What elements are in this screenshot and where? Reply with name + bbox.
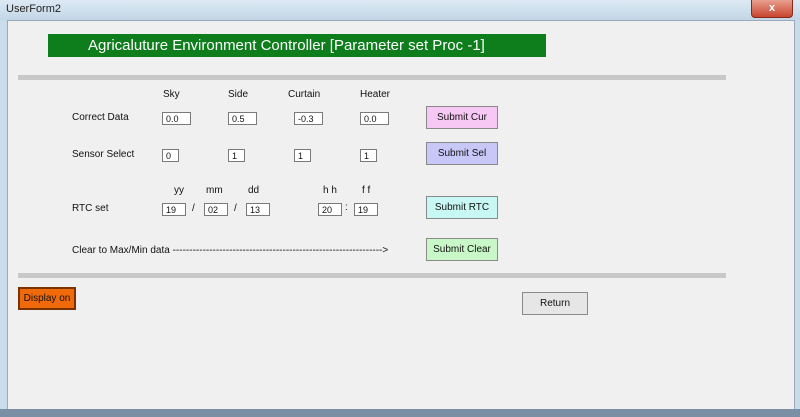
submit-sel-button[interactable]: Submit Sel <box>426 142 498 165</box>
close-icon: x <box>768 2 776 14</box>
title-bar: UserForm2 x <box>0 0 800 20</box>
col-header-curtain: Curtain <box>288 89 321 100</box>
col-header-side: Side <box>228 89 249 100</box>
top-divider <box>18 75 726 80</box>
banner-title: Agricaluture Environment Controller [Par… <box>88 37 485 54</box>
rtc-header-yy: yy <box>174 185 184 196</box>
date-separator: / <box>234 203 237 214</box>
correct-curtain-field[interactable]: -0.3 <box>294 112 323 125</box>
return-button[interactable]: Return <box>522 292 588 315</box>
sensor-side-field[interactable]: 1 <box>228 149 245 162</box>
col-header-heater: Heater <box>360 89 391 100</box>
sensor-heater-field[interactable]: 1 <box>360 149 377 162</box>
rtc-header-mm: mm <box>206 185 223 196</box>
submit-clear-button[interactable]: Submit Clear <box>426 238 498 261</box>
window-title: UserForm2 <box>6 3 62 15</box>
rtc-dd-field[interactable]: 13 <box>246 203 270 216</box>
correct-side-field[interactable]: 0.5 <box>228 112 257 125</box>
rtc-ff-field[interactable]: 19 <box>354 203 378 216</box>
rtc-header-ff: f f <box>362 185 371 196</box>
rtc-header-hh: h h <box>323 185 337 196</box>
rtc-header-dd: dd <box>248 185 260 196</box>
col-header-sky: Sky <box>163 89 180 100</box>
rtc-mm-field[interactable]: 02 <box>204 203 228 216</box>
correct-sky-field[interactable]: 0.0 <box>162 112 191 125</box>
sensor-curtain-field[interactable]: 1 <box>294 149 311 162</box>
header-banner: Agricaluture Environment Controller [Par… <box>48 34 546 57</box>
submit-rtc-button[interactable]: Submit RTC <box>426 196 498 219</box>
rtc-set-label: RTC set <box>72 203 109 214</box>
date-separator: / <box>192 203 195 214</box>
userform-window: UserForm2 x Agricaluture Environment Con… <box>0 0 800 417</box>
sensor-select-label: Sensor Select <box>72 149 135 160</box>
clear-maxmin-label: Clear to Max/Min data ------------------… <box>72 245 389 256</box>
rtc-yy-field[interactable]: 19 <box>162 203 186 216</box>
sensor-sky-field[interactable]: 0 <box>162 149 179 162</box>
close-button[interactable]: x <box>751 0 793 18</box>
bottom-divider <box>18 273 726 278</box>
time-separator: : <box>345 202 348 213</box>
correct-data-label: Correct Data <box>72 112 129 123</box>
window-bottom-edge <box>0 409 800 417</box>
rtc-hh-field[interactable]: 20 <box>318 203 342 216</box>
correct-heater-field[interactable]: 0.0 <box>360 112 389 125</box>
display-on-button[interactable]: Display on <box>18 287 76 310</box>
submit-cur-button[interactable]: Submit Cur <box>426 106 498 129</box>
